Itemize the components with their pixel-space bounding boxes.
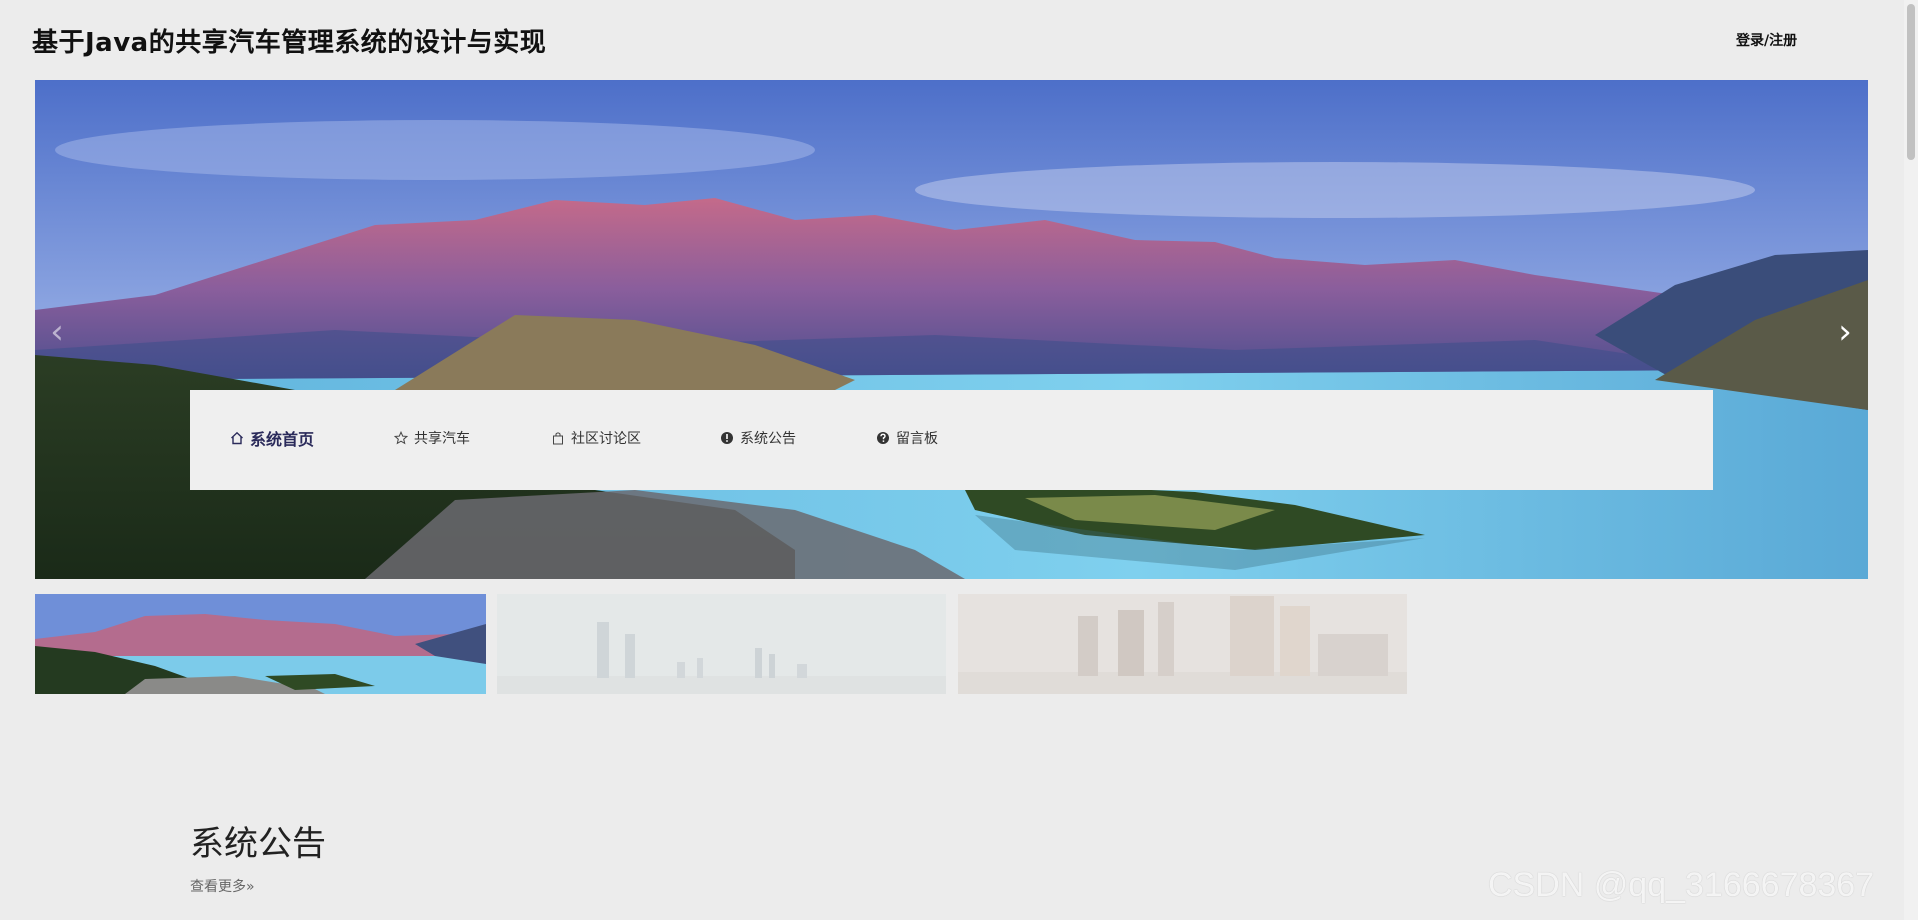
announcements-title: 系统公告	[190, 824, 326, 864]
nav-item-label: 系统首页	[250, 430, 315, 449]
thumb-image	[35, 594, 486, 694]
nav-item-label: 系统公告	[740, 431, 796, 447]
nav-item-label: 社区讨论区	[571, 431, 641, 447]
nav-item-label: 留言板	[896, 431, 938, 447]
scrollbar-thumb[interactable]	[1907, 4, 1915, 160]
thumb-image	[958, 594, 1407, 694]
login-register-link[interactable]: 登录/注册	[1736, 30, 1797, 50]
banner-carousel	[35, 80, 1868, 579]
chevron-right-icon: ›	[1838, 312, 1852, 352]
nav-item-message-board[interactable]: 留言板	[876, 428, 938, 448]
carousel-next-button[interactable]: ›	[1830, 310, 1860, 354]
site-title: 基于Java的共享汽车管理系统的设计与实现	[32, 28, 547, 58]
page-scrollbar[interactable]	[1904, 0, 1918, 920]
view-more-link[interactable]: 查看更多»	[190, 876, 255, 896]
nav-item-label: 共享汽车	[414, 431, 470, 447]
main-nav: 系统首页 共享汽车 社区讨论区 系统公告 留言板	[190, 390, 1713, 490]
question-circle-icon	[877, 432, 889, 444]
page: 基于Java的共享汽车管理系统的设计与实现 登录/注册 ‹ › 系统首页 共享汽…	[0, 0, 1918, 920]
exclamation-circle-icon	[721, 432, 733, 444]
carousel-prev-button[interactable]: ‹	[42, 310, 72, 354]
nav-item-shared-cars[interactable]: 共享汽车	[394, 428, 470, 448]
thumb-image	[497, 594, 946, 694]
nav-item-community[interactable]: 社区讨论区	[551, 428, 641, 448]
home-icon	[231, 431, 243, 445]
carousel-thumb-1[interactable]	[35, 594, 486, 694]
bag-icon	[553, 432, 563, 445]
star-icon	[394, 431, 408, 445]
watermark: CSDN @qq_3166678367	[1488, 866, 1875, 904]
carousel-thumb-3[interactable]	[958, 594, 1407, 694]
nav-item-home[interactable]: 系统首页	[230, 426, 314, 450]
chevron-left-icon: ‹	[50, 312, 64, 352]
banner-image	[35, 80, 1868, 579]
nav-item-announcements[interactable]: 系统公告	[720, 428, 796, 448]
carousel-thumb-2[interactable]	[497, 594, 946, 694]
